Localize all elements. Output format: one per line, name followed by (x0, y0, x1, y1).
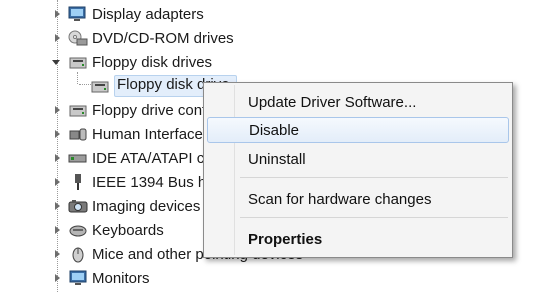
tree-item-label: Display adapters (92, 5, 204, 23)
keyboard-icon (68, 221, 88, 239)
expand-chevron-icon[interactable] (52, 177, 62, 187)
tree-item-monitors[interactable]: Monitors (68, 266, 150, 290)
menu-item-update-driver-software[interactable]: Update Driver Software... (207, 89, 509, 115)
menu-separator (240, 217, 508, 218)
monitor-icon (68, 269, 88, 287)
expand-chevron-icon[interactable] (52, 105, 62, 115)
menu-item-scan-for-hardware-changes[interactable]: Scan for hardware changes (207, 186, 509, 212)
tree-item-label: Floppy disk drives (92, 53, 213, 71)
menu-separator (240, 177, 508, 178)
floppy-drive-icon (90, 77, 110, 95)
mouse-icon (68, 245, 88, 263)
optical-drive-icon (68, 29, 88, 47)
menu-item-label: Disable (249, 121, 300, 139)
tree-item-floppy-disk-drives[interactable]: Floppy disk drives (68, 50, 212, 74)
floppy-controller-icon (68, 101, 88, 119)
menu-item-label: Update Driver Software... (248, 93, 417, 111)
firewire-icon (68, 173, 88, 191)
tree-item-label: Keyboards (92, 221, 164, 239)
expand-chevron-icon[interactable] (52, 249, 62, 259)
expand-chevron-icon[interactable] (52, 129, 62, 139)
tree-item-keyboards[interactable]: Keyboards (68, 218, 164, 242)
tree-item-display-adapters[interactable]: Display adapters (68, 2, 204, 26)
tree-item-dvd-cdrom-drives[interactable]: DVD/CD-ROM drives (68, 26, 234, 50)
menu-item-label: Scan for hardware changes (248, 190, 432, 208)
menu-item-label: Properties (248, 230, 323, 248)
expand-chevron-icon[interactable] (52, 273, 62, 283)
tree-item-label: DVD/CD-ROM drives (92, 29, 234, 47)
display-adapter-icon (68, 5, 88, 23)
tree-item-label: Monitors (92, 269, 150, 287)
menu-item-disable[interactable]: Disable (207, 117, 509, 143)
collapse-chevron-icon[interactable] (52, 57, 62, 67)
ide-controller-icon (68, 149, 88, 167)
expand-chevron-icon[interactable] (52, 225, 62, 235)
expand-chevron-icon[interactable] (52, 9, 62, 19)
expand-chevron-icon[interactable] (52, 201, 62, 211)
menu-item-properties[interactable]: Properties (207, 226, 509, 252)
expand-chevron-icon[interactable] (52, 33, 62, 43)
hid-icon (68, 125, 88, 143)
menu-item-uninstall[interactable]: Uninstall (207, 146, 509, 172)
camera-icon (68, 197, 88, 215)
expand-chevron-icon[interactable] (52, 153, 62, 163)
tree-item-label: Imaging devices (92, 197, 201, 215)
menu-item-label: Uninstall (248, 150, 306, 168)
context-menu: Update Driver Software... Disable Uninst… (203, 82, 513, 258)
tree-item-imaging-devices[interactable]: Imaging devices (68, 194, 200, 218)
floppy-drive-icon (68, 53, 88, 71)
